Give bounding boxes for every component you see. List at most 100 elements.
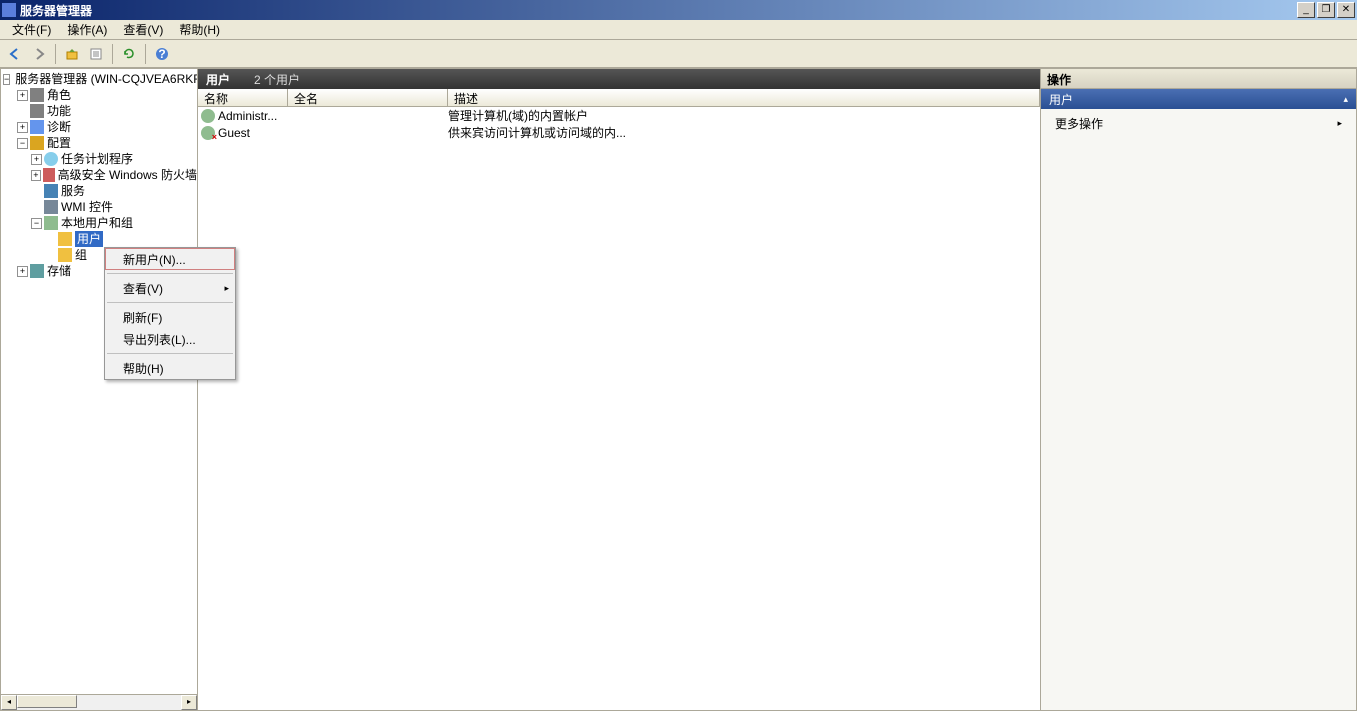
toolbar-separator [55,44,56,64]
tree-storage-label: 存储 [47,263,71,279]
menu-separator [107,302,233,303]
list-header: 用户 2 个用户 [198,69,1040,89]
folder-icon [58,232,72,246]
tree-config[interactable]: − 配置 [1,135,197,151]
actions-more-label: 更多操作 [1055,115,1103,132]
column-description[interactable]: 描述 [448,89,1040,106]
row-name: Guest [218,126,250,140]
context-help[interactable]: 帮助(H) [105,357,235,379]
local-users-groups-icon [44,216,58,230]
storage-icon [30,264,44,278]
tree-pane: − 服务器管理器 (WIN-CQJVEA6RKR + 角色 功能 + 诊断 − [0,68,198,711]
list-row[interactable]: Guest 供来宾访问计算机或访问域的内... [198,124,1040,141]
forward-button[interactable] [28,43,50,65]
expand-toggle[interactable]: + [31,170,41,181]
row-description: 管理计算机(域)的内置帐户 [448,107,1040,124]
tree-diagnostics[interactable]: + 诊断 [1,119,197,135]
expand-toggle[interactable]: − [31,218,42,229]
expand-toggle[interactable]: + [17,266,28,277]
user-disabled-icon [201,126,215,140]
submenu-arrow-icon: ▸ [224,283,229,294]
tree-task-scheduler-label: 任务计划程序 [61,151,133,167]
tree-task-scheduler[interactable]: + 任务计划程序 [1,151,197,167]
scroll-right-button[interactable]: ▸ [181,695,197,710]
tree-root-label: 服务器管理器 (WIN-CQJVEA6RKR [15,71,198,87]
menu-file[interactable]: 文件(F) [4,19,59,40]
chevron-right-icon: ▸ [1337,118,1342,129]
tree-roles[interactable]: + 角色 [1,87,197,103]
toolbar-separator [112,44,113,64]
up-button[interactable] [61,43,83,65]
tree-firewall-label: 高级安全 Windows 防火墙 [58,167,197,183]
context-menu: 新用户(N)... 查看(V)▸ 刷新(F) 导出列表(L)... 帮助(H) [104,247,236,380]
tree-root[interactable]: − 服务器管理器 (WIN-CQJVEA6RKR [1,71,197,87]
menu-bar: 文件(F) 操作(A) 查看(V) 帮助(H) [0,20,1357,40]
actions-pane: 操作 用户 ▴ 更多操作 ▸ [1041,68,1357,711]
menu-action[interactable]: 操作(A) [59,19,115,40]
row-description: 供来宾访问计算机或访问域的内... [448,124,1040,141]
list-row[interactable]: Administr... 管理计算机(域)的内置帐户 [198,107,1040,124]
tree-users-label: 用户 [75,231,103,247]
properties-button[interactable] [85,43,107,65]
chevron-up-icon: ▴ [1343,94,1348,105]
tree-horizontal-scrollbar[interactable]: ◂ ▸ [1,694,197,710]
task-scheduler-icon [44,152,58,166]
column-headers: 名称 全名 描述 [198,89,1040,107]
tree-local-users-groups[interactable]: − 本地用户和组 [1,215,197,231]
column-fullname[interactable]: 全名 [288,89,448,106]
column-name[interactable]: 名称 [198,89,288,106]
list-title: 用户 [206,71,230,88]
folder-icon [58,248,72,262]
menu-view[interactable]: 查看(V) [115,19,171,40]
svg-text:?: ? [158,47,165,61]
context-refresh[interactable]: 刷新(F) [105,306,235,328]
tree-roles-label: 角色 [47,87,71,103]
tree-features-label: 功能 [47,103,71,119]
expand-toggle[interactable]: − [3,74,10,85]
firewall-icon [43,168,55,182]
menu-help[interactable]: 帮助(H) [171,19,228,40]
tree-firewall[interactable]: + 高级安全 Windows 防火墙 [1,167,197,183]
expand-toggle[interactable]: + [17,90,28,101]
tree-wmi-label: WMI 控件 [61,199,113,215]
maximize-button[interactable]: ❐ [1317,2,1335,18]
roles-icon [30,88,44,102]
scroll-left-button[interactable]: ◂ [1,695,17,710]
tree-services-label: 服务 [61,183,85,199]
expand-toggle[interactable]: + [31,154,42,165]
tree-groups-label: 组 [75,247,87,263]
toolbar: ? [0,40,1357,68]
title-bar: 服务器管理器 _ ❐ ✕ [0,0,1357,20]
expand-toggle[interactable]: + [17,122,28,133]
tree-features[interactable]: 功能 [1,103,197,119]
tree-wmi[interactable]: WMI 控件 [1,199,197,215]
list-rows: Administr... 管理计算机(域)的内置帐户 Guest 供来宾访问计算… [198,107,1040,710]
context-view[interactable]: 查看(V)▸ [105,277,235,299]
toolbar-separator [145,44,146,64]
minimize-button[interactable]: _ [1297,2,1315,18]
scroll-track[interactable] [17,695,181,710]
tree-local-users-groups-label: 本地用户和组 [61,215,133,231]
scroll-thumb[interactable] [17,695,77,708]
tree-diagnostics-label: 诊断 [47,119,71,135]
list-count: 2 个用户 [254,71,300,88]
close-button[interactable]: ✕ [1337,2,1355,18]
actions-subheading[interactable]: 用户 ▴ [1041,89,1356,109]
services-icon [44,184,58,198]
refresh-button[interactable] [118,43,140,65]
help-button[interactable]: ? [151,43,173,65]
app-icon [2,3,16,17]
back-button[interactable] [4,43,26,65]
context-new-user[interactable]: 新用户(N)... [105,248,235,270]
row-name: Administr... [218,109,277,123]
tree-services[interactable]: 服务 [1,183,197,199]
wmi-icon [44,200,58,214]
context-export-list[interactable]: 导出列表(L)... [105,328,235,350]
tree-users[interactable]: 用户 [1,231,197,247]
list-pane: 用户 2 个用户 名称 全名 描述 Administr... 管理计算机(域)的… [198,68,1041,711]
actions-more[interactable]: 更多操作 ▸ [1041,109,1356,138]
actions-heading: 操作 [1041,69,1356,89]
features-icon [30,104,44,118]
expand-toggle[interactable]: − [17,138,28,149]
config-icon [30,136,44,150]
